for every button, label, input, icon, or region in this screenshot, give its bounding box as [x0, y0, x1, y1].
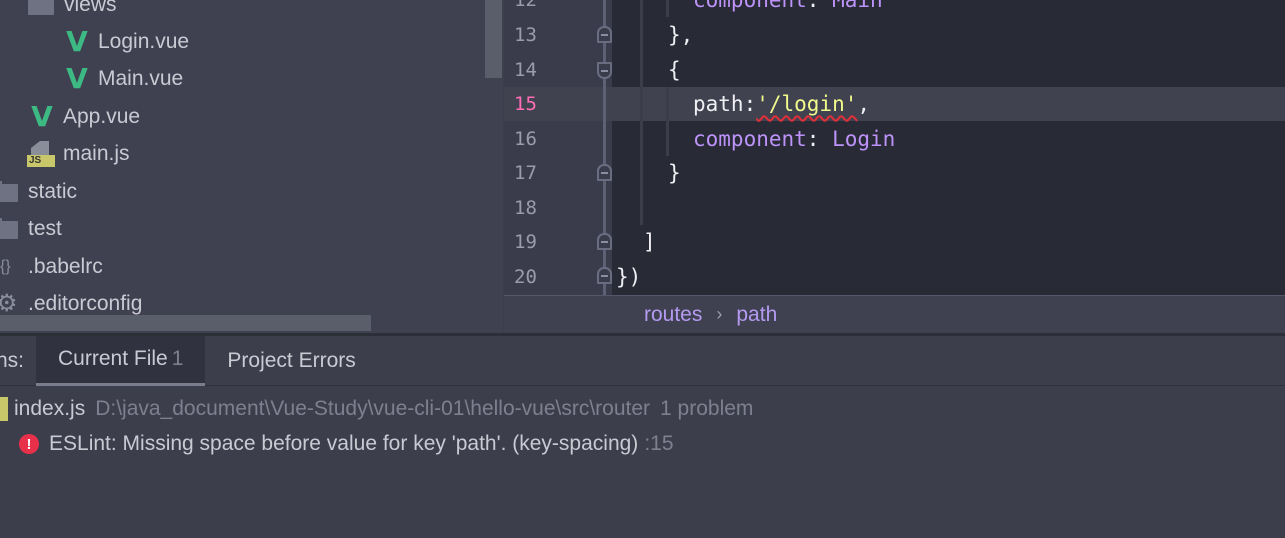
panel-label: ns: — [0, 348, 25, 372]
code-line-14: { — [668, 58, 681, 82]
code-line-17: } — [668, 161, 681, 185]
js-badge: JS — [27, 155, 55, 167]
tree-item-label: .editorconfig — [28, 292, 143, 315]
code-token: component — [693, 127, 807, 151]
code-token: , — [857, 92, 871, 116]
fold-start-icon[interactable] — [597, 62, 612, 79]
problem-item[interactable]: ! ESLint: Missing space before value for… — [19, 427, 674, 461]
problems-tabs: ns: Current File 1 Project Errors — [0, 335, 1285, 386]
code-line-19: ] — [643, 230, 656, 254]
fold-end-icon[interactable] — [597, 233, 612, 250]
line-number: 14 — [514, 59, 537, 81]
code-editor[interactable]: 12 13 14 15 16 17 18 19 20 component: Ma… — [504, 0, 1285, 295]
tree-item-main-vue[interactable]: V Main.vue — [62, 61, 183, 97]
vue-icon: V — [31, 100, 53, 133]
breadcrumb-separator: › — [716, 304, 723, 324]
project-tree: views V Login.vue V Main.vue V App.vue JS ma… — [0, 0, 503, 333]
tab-current-file[interactable]: Current File 1 — [36, 335, 206, 386]
folder-icon — [0, 179, 22, 205]
line-number: 17 — [514, 162, 537, 184]
vertical-scrollbar[interactable] — [485, 0, 502, 78]
code-token-error: '/login' — [756, 92, 858, 116]
horizontal-scrollbar[interactable] — [0, 315, 371, 331]
problem-line: :15 — [644, 432, 674, 455]
file-name: index.js — [14, 397, 86, 420]
code-token: Main — [832, 0, 883, 12]
line-number: 19 — [514, 231, 537, 253]
js-file-icon: JS — [27, 141, 57, 167]
tree-item-label: Login.vue — [98, 30, 190, 53]
breadcrumb-item-path[interactable]: path — [736, 303, 777, 327]
code-line-16: component: Login — [693, 122, 895, 156]
tree-item-static[interactable]: static — [0, 174, 77, 210]
tree-item-label: test — [28, 217, 62, 240]
code-token: Login — [832, 127, 896, 151]
problem-message: ESLint: Missing space before value for k… — [49, 432, 639, 455]
tree-item-label: views — [64, 0, 117, 16]
tree-item-test[interactable]: test — [0, 211, 62, 247]
code-line-12: component: Main — [693, 0, 883, 17]
breadcrumb-item-routes[interactable]: routes — [644, 303, 702, 327]
line-number: 12 — [514, 0, 537, 11]
file-path: D:\java_document\Vue-Study\vue-cli-01\he… — [95, 397, 651, 420]
tab-count: 1 — [171, 347, 184, 370]
tab-label: Current File — [58, 347, 168, 370]
line-number: 16 — [514, 128, 537, 150]
tree-item-app-vue[interactable]: V App.vue — [27, 99, 140, 135]
code-token: path: — [693, 92, 757, 116]
code-line-15: path:'/login', — [693, 87, 870, 121]
error-icon: ! — [19, 434, 39, 454]
fold-end-icon[interactable] — [597, 26, 612, 43]
gear-icon: ⚙ — [0, 290, 18, 317]
config-file-icon: {} — [0, 258, 11, 275]
problem-count: 1 problem — [660, 397, 754, 420]
code-line-20: }) — [616, 265, 642, 289]
tree-item-main-js[interactable]: JS main.js — [27, 136, 130, 172]
code-line-13: }, — [668, 23, 694, 47]
folder-icon — [28, 0, 58, 18]
indent-guide — [666, 0, 669, 17]
indent-guide — [640, 0, 643, 225]
js-file-icon — [0, 397, 8, 421]
tree-item-label: .babelrc — [28, 255, 103, 278]
tab-project-errors[interactable]: Project Errors — [205, 336, 377, 386]
line-number: 18 — [514, 197, 537, 219]
current-line-highlight — [504, 87, 1285, 121]
tree-item-label: static — [28, 180, 78, 203]
problem-file-row[interactable]: index.js D:\java_document\Vue-Study\vue-… — [0, 392, 753, 426]
tree-item-views[interactable]: views — [28, 0, 117, 23]
fold-guide — [603, 0, 606, 295]
tree-item-label: main.js — [63, 142, 130, 165]
tree-item-label: App.vue — [63, 105, 141, 128]
tab-label: Project Errors — [227, 348, 356, 372]
code-token: component — [693, 0, 807, 12]
tree-item-login-vue[interactable]: V Login.vue — [62, 24, 189, 60]
code-token: : — [806, 0, 833, 12]
problems-panel: ns: Current File 1 Project Errors index.j… — [0, 333, 1285, 538]
folder-icon — [0, 216, 22, 242]
vue-icon: V — [66, 25, 88, 58]
vue-icon: V — [66, 62, 88, 95]
code-token: : — [806, 127, 833, 151]
indent-guide — [666, 87, 669, 156]
breadcrumb: routes › path — [504, 295, 1285, 333]
line-number: 20 — [514, 266, 537, 288]
tree-item-label: Main.vue — [98, 67, 184, 90]
fold-end-icon[interactable] — [597, 267, 612, 284]
line-number-current: 15 — [514, 93, 537, 115]
tree-item-babelrc[interactable]: {} .babelrc — [0, 249, 103, 285]
fold-end-icon[interactable] — [597, 164, 612, 181]
line-number: 13 — [514, 24, 537, 46]
